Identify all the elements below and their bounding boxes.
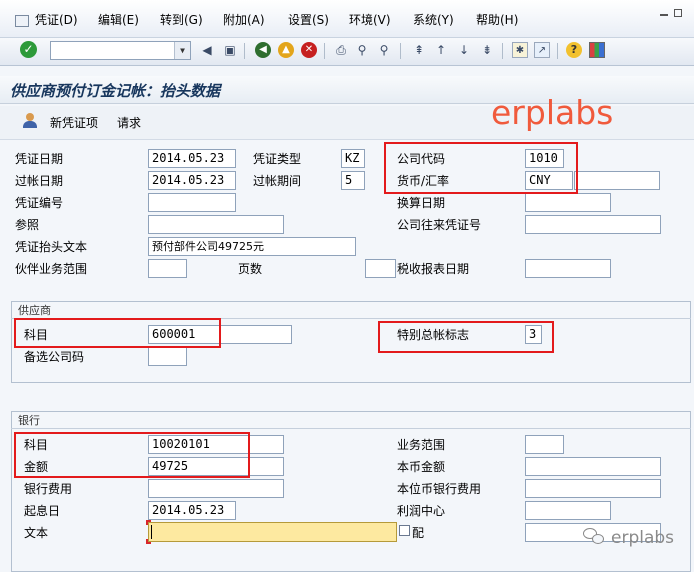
shortcut-icon[interactable]: ↗ — [534, 42, 550, 58]
local-amount-field[interactable] — [525, 457, 661, 476]
text-field[interactable] — [148, 522, 397, 542]
help-icon[interactable]: ? — [566, 42, 582, 58]
bank-charges-field[interactable] — [148, 479, 284, 498]
menu-item-settings[interactable]: 设置(S) — [288, 11, 329, 29]
alt-company-field[interactable] — [148, 347, 187, 366]
document-menu-icon — [15, 14, 29, 27]
translation-date-field[interactable] — [525, 193, 611, 212]
menu-item-document[interactable]: 凭证(D) — [15, 11, 78, 29]
wechat-icon — [583, 528, 607, 546]
toolbar-separator — [400, 43, 401, 59]
menu-item-goto[interactable]: 转到(G) — [160, 11, 203, 29]
reference-label: 参照 — [15, 218, 40, 232]
toolbar-separator — [557, 43, 558, 59]
header-text-field[interactable]: 预付部件公司49725元 — [148, 237, 356, 256]
profit-center-field[interactable] — [525, 501, 611, 520]
toolbar-separator — [502, 43, 503, 59]
intercompany-label: 公司往来凭证号 — [397, 218, 482, 232]
first-page-icon[interactable]: ⇞ — [411, 42, 427, 58]
doc-number-label: 凭证编号 — [15, 196, 64, 210]
alt-company-label: 备选公司码 — [24, 350, 85, 364]
business-area-label: 业务范围 — [397, 438, 446, 452]
doc-date-field[interactable]: 2014.05.23 — [148, 149, 236, 168]
text-cursor — [151, 525, 152, 539]
doc-number-field[interactable] — [148, 193, 236, 212]
posting-date-field[interactable]: 2014.05.23 — [148, 171, 236, 190]
request-button[interactable]: 请求 — [117, 114, 141, 132]
command-field[interactable]: ▼ — [50, 41, 191, 60]
maximize-icon[interactable] — [674, 9, 682, 17]
new-session-icon[interactable]: ✱ — [512, 42, 528, 58]
back-arrow-icon[interactable]: ◀ — [199, 42, 215, 58]
value-date-field[interactable]: 2014.05.23 — [148, 501, 236, 520]
trading-partner-label: 伙伴业务范围 — [15, 262, 88, 276]
save-icon[interactable]: ▣ — [222, 42, 238, 58]
highlight-box-bank — [14, 432, 250, 478]
menu-item-system[interactable]: 系统(Y) — [413, 11, 454, 29]
check-icon[interactable]: ✓ — [20, 41, 37, 58]
highlight-box-company — [384, 142, 578, 194]
exit-icon[interactable]: ▲ — [278, 42, 294, 58]
menu-item-help[interactable]: 帮助(H) — [476, 11, 518, 29]
pages-label: 页数 — [238, 262, 263, 276]
menu-item-edit[interactable]: 编辑(E) — [98, 11, 139, 29]
business-area-field[interactable] — [525, 435, 564, 454]
chevron-down-icon[interactable]: ▼ — [174, 42, 190, 59]
posting-date-label: 过帐日期 — [15, 174, 64, 188]
watermark-top: erplabs — [491, 93, 614, 132]
translation-date-label: 换算日期 — [397, 196, 446, 210]
intercompany-field[interactable] — [525, 215, 661, 234]
next-page-icon[interactable]: ↓ — [456, 42, 472, 58]
local-bank-charges-field[interactable] — [525, 479, 661, 498]
header-text-label: 凭证抬头文本 — [15, 240, 88, 254]
doc-date-label: 凭证日期 — [15, 152, 64, 166]
focus-corner — [146, 539, 151, 544]
layout-icon[interactable] — [589, 42, 605, 58]
highlight-box-special-gl — [378, 321, 554, 353]
toolbar-separator — [324, 43, 325, 59]
new-item-button-icon[interactable] — [21, 112, 39, 130]
pages-field[interactable] — [365, 259, 396, 278]
toolbar-separator — [244, 43, 245, 59]
value-date-label: 起息日 — [24, 504, 61, 518]
page-title: 供应商预付订金记帐：抬头数据 — [10, 82, 221, 100]
period-field[interactable]: 5 — [341, 171, 365, 190]
back-icon[interactable]: ◀ — [255, 42, 271, 58]
text-label: 文本 — [24, 526, 49, 540]
group-divider — [11, 428, 691, 429]
cancel-icon[interactable]: ✕ — [301, 42, 317, 58]
bank-group-title: 银行 — [18, 414, 40, 427]
prev-page-icon[interactable]: ↑ — [433, 42, 449, 58]
last-page-icon[interactable]: ⇟ — [479, 42, 495, 58]
new-item-button[interactable]: 新凭证项 — [50, 114, 98, 132]
person-body-icon — [23, 121, 37, 128]
menu-item-extras[interactable]: 附加(A) — [223, 11, 265, 29]
menu-item-environment[interactable]: 环境(V) — [349, 11, 391, 29]
minimize-icon[interactable] — [660, 14, 668, 16]
find-next-icon[interactable]: ⚲ — [376, 42, 392, 58]
person-icon — [26, 113, 34, 121]
tax-date-label: 税收报表日期 — [397, 262, 470, 276]
focus-corner — [146, 520, 151, 525]
window-controls — [654, 4, 688, 28]
find-icon[interactable]: ⚲ — [354, 42, 370, 58]
local-bank-charges-label: 本位币银行费用 — [397, 482, 482, 496]
bubble-icon — [592, 534, 604, 544]
bank-charges-label: 银行费用 — [24, 482, 73, 496]
assignment-label: 配 — [412, 526, 425, 540]
vendor-group-title: 供应商 — [18, 304, 51, 317]
local-amount-label: 本币金额 — [397, 460, 446, 474]
trading-partner-field[interactable] — [148, 259, 187, 278]
tax-date-field[interactable] — [525, 259, 611, 278]
print-icon[interactable]: ⎙ — [333, 42, 349, 58]
doc-type-field[interactable]: KZ — [341, 149, 365, 168]
watermark-bottom: erplabs — [611, 528, 675, 548]
highlight-box-vendor-account — [14, 318, 221, 348]
exchange-rate-field[interactable] — [574, 171, 660, 190]
period-label: 过帐期间 — [253, 174, 302, 188]
long-text-icon[interactable] — [399, 525, 410, 536]
profit-center-label: 利润中心 — [397, 504, 446, 518]
doc-type-label: 凭证类型 — [253, 152, 302, 166]
reference-field[interactable] — [148, 215, 284, 234]
